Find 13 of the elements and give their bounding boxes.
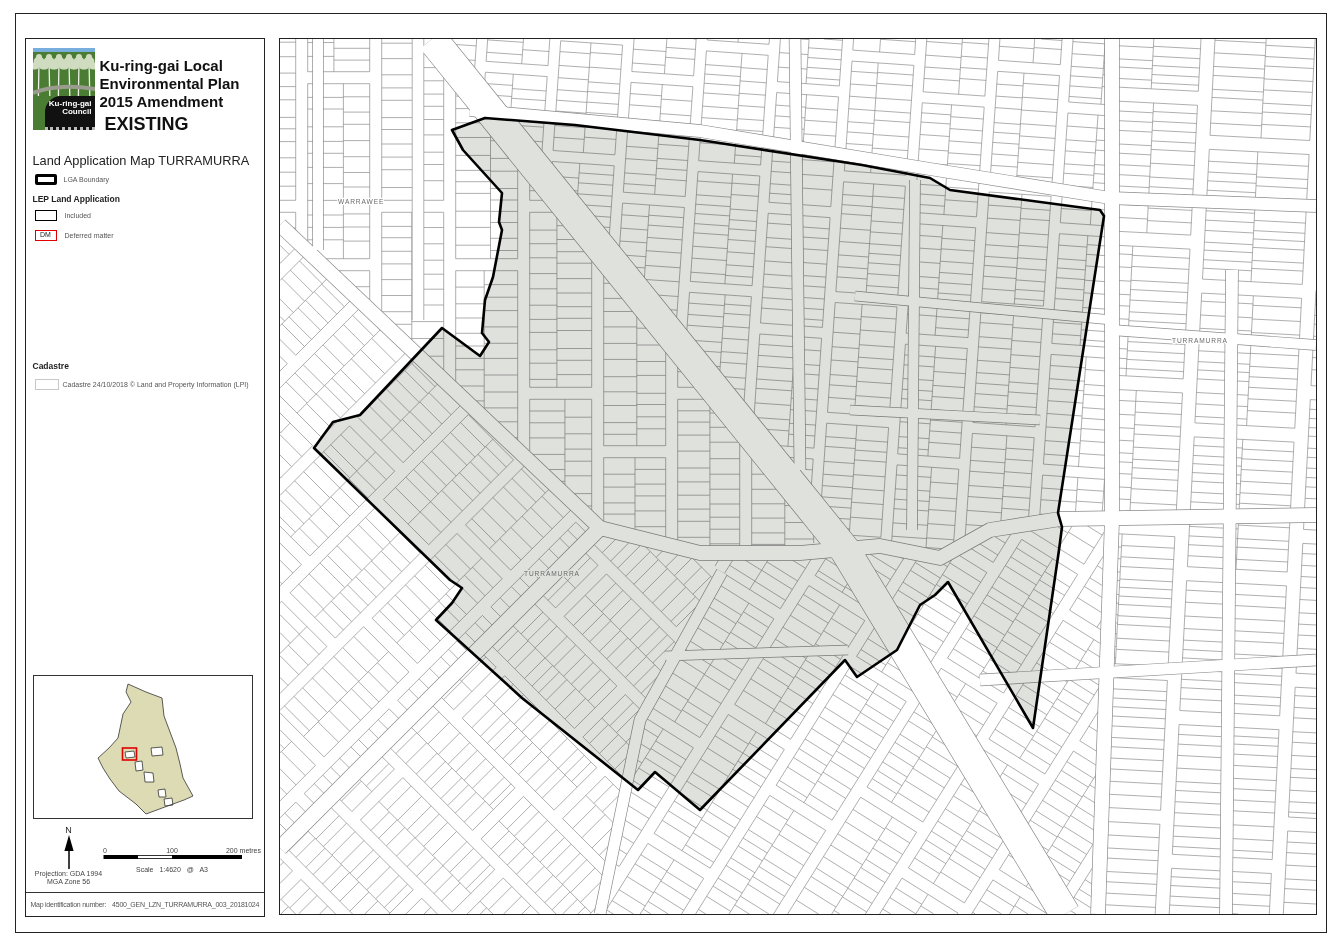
section-heading: LEP Land Application bbox=[32, 193, 121, 204]
north-arrow-icon bbox=[63, 834, 74, 869]
plan-title: Ku-ring-gai Local Environmental Plan 2015 Amendment bbox=[99, 56, 241, 111]
thick-outline-swatch-icon bbox=[34, 174, 57, 185]
faint-outline-swatch-icon bbox=[34, 379, 59, 390]
logo-text: Ku-ring-gai Council bbox=[44, 95, 95, 130]
outline-swatch-icon bbox=[34, 210, 57, 221]
section-heading: Cadastre bbox=[32, 360, 70, 371]
map-title: Land Application Map TURRAMURRA bbox=[32, 152, 251, 168]
trees-icon bbox=[32, 51, 95, 96]
plan-status: EXISTING bbox=[104, 113, 190, 134]
north-label: N bbox=[65, 825, 72, 835]
location-marker bbox=[121, 746, 137, 761]
